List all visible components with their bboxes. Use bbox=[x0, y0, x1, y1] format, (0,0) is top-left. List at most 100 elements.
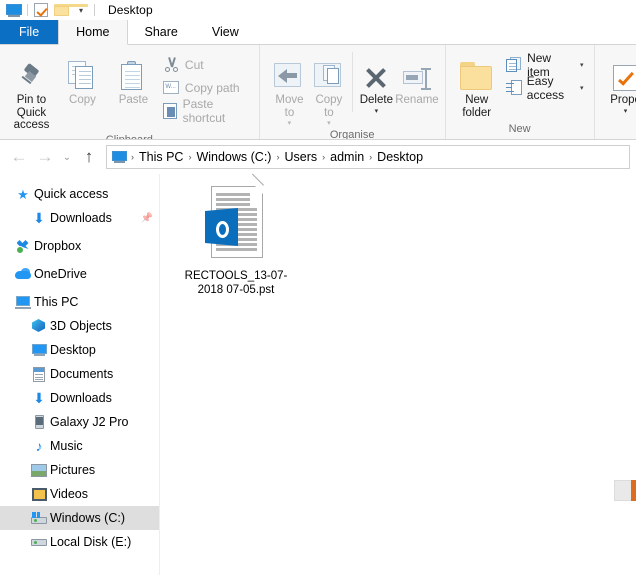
tab-view[interactable]: View bbox=[195, 20, 256, 44]
navigation-pane: ★ Quick access ⬇ Downloads 📌 Dropbox One… bbox=[0, 174, 160, 575]
3d-objects-icon bbox=[28, 319, 50, 333]
pictures-icon bbox=[28, 463, 50, 477]
window-title: Desktop bbox=[108, 3, 153, 17]
breadcrumb-this-pc[interactable]: This PC bbox=[136, 150, 186, 164]
ribbon-group-organise: Move to ▾ Copy to ▾ Delete ▾ Rename Orga… bbox=[260, 45, 446, 139]
address-bar: ← → ⌄ ↑ › This PC › Windows (C:) › Users… bbox=[0, 140, 636, 174]
organise-group-label: Organise bbox=[329, 129, 375, 140]
paste-icon bbox=[121, 53, 145, 91]
pin-to-quick-access-button[interactable]: Pin to Quick access bbox=[6, 50, 57, 132]
file-list-view[interactable]: RECTOOLS_13-07-2018 07-05.pst bbox=[160, 173, 636, 575]
back-button[interactable]: ← bbox=[6, 144, 32, 170]
easy-access-label: Easy access bbox=[526, 73, 565, 102]
easy-access-button[interactable]: Easy access ▾ bbox=[502, 74, 588, 102]
windows-drive-icon bbox=[28, 512, 50, 524]
file-item[interactable]: RECTOOLS_13-07-2018 07-05.pst bbox=[180, 173, 292, 297]
delete-button[interactable]: Delete ▾ bbox=[357, 50, 395, 115]
rename-button[interactable]: Rename bbox=[395, 50, 439, 107]
copy-to-label: Copy to bbox=[315, 94, 343, 119]
properties-caret-icon[interactable]: ▾ bbox=[624, 108, 628, 115]
forward-button[interactable]: → bbox=[32, 144, 58, 170]
sidebar-label: Downloads bbox=[50, 391, 112, 405]
ribbon-group-open: Prope ▾ bbox=[595, 45, 636, 139]
properties-button[interactable]: Prope ▾ bbox=[603, 50, 636, 115]
sidebar-label: Dropbox bbox=[34, 239, 82, 253]
move-to-caret-icon[interactable]: ▾ bbox=[288, 120, 292, 127]
paste-button[interactable]: Paste bbox=[108, 50, 159, 107]
new-folder-icon bbox=[459, 53, 494, 91]
downloads-arrow-icon: ⬇ bbox=[33, 390, 45, 406]
move-to-icon bbox=[274, 53, 304, 91]
tab-share[interactable]: Share bbox=[128, 20, 195, 44]
rename-label: Rename bbox=[395, 94, 439, 106]
copy-to-button[interactable]: Copy to ▾ bbox=[309, 50, 348, 127]
cut-label: Cut bbox=[184, 57, 204, 72]
breadcrumb[interactable]: › This PC › Windows (C:) › Users › admin… bbox=[106, 145, 630, 169]
file-name-label: RECTOOLS_13-07-2018 07-05.pst bbox=[184, 270, 288, 296]
breadcrumb-admin[interactable]: admin bbox=[327, 150, 367, 164]
breadcrumb-sep-0: › bbox=[131, 152, 134, 162]
sidebar-item-downloads[interactable]: ⬇ Downloads bbox=[0, 386, 159, 410]
sidebar-item-downloads-quick[interactable]: ⬇ Downloads 📌 bbox=[0, 206, 159, 230]
sidebar-item-3d-objects[interactable]: 3D Objects bbox=[0, 314, 159, 338]
sidebar-label: Local Disk (E:) bbox=[50, 535, 132, 549]
delete-caret-icon[interactable]: ▾ bbox=[375, 108, 379, 115]
sidebar-label: Desktop bbox=[50, 343, 96, 357]
breadcrumb-windows-c[interactable]: Windows (C:) bbox=[193, 150, 274, 164]
sidebar-item-pictures[interactable]: Pictures bbox=[0, 458, 159, 482]
dropbox-icon bbox=[12, 239, 34, 254]
sidebar-item-documents[interactable]: Documents bbox=[0, 362, 159, 386]
sidebar-item-local-disk-e[interactable]: Local Disk (E:) bbox=[0, 530, 159, 554]
sidebar-item-onedrive[interactable]: OneDrive bbox=[0, 262, 159, 286]
sidebar-item-videos[interactable]: Videos bbox=[0, 482, 159, 506]
breadcrumb-sep-2: › bbox=[276, 152, 280, 162]
tab-file[interactable]: File bbox=[0, 20, 59, 44]
sidebar-label: Pictures bbox=[50, 463, 96, 477]
easy-access-caret-icon[interactable]: ▾ bbox=[580, 84, 584, 92]
paste-shortcut-button[interactable]: Paste shortcut bbox=[159, 97, 253, 125]
new-folder-button[interactable]: New folder bbox=[456, 50, 498, 119]
copy-path-button[interactable]: Copy path bbox=[159, 77, 253, 98]
qat-divider-2 bbox=[94, 4, 95, 16]
tab-home[interactable]: Home bbox=[58, 20, 128, 45]
recent-locations-button[interactable]: ⌄ bbox=[58, 144, 76, 170]
up-button[interactable]: ↑ bbox=[76, 144, 102, 170]
sidebar-item-music[interactable]: ♪ Music bbox=[0, 434, 159, 458]
this-pc-icon[interactable] bbox=[4, 1, 24, 19]
ribbon-group-clipboard: Pin to Quick access Copy Paste Cut W... … bbox=[0, 45, 260, 139]
breadcrumb-users[interactable]: Users bbox=[281, 150, 320, 164]
sidebar-label: Videos bbox=[50, 487, 88, 501]
properties-icon[interactable] bbox=[31, 1, 51, 19]
breadcrumb-sep-3: › bbox=[322, 152, 326, 162]
organise-inner-divider bbox=[351, 52, 353, 112]
sidebar-label: OneDrive bbox=[34, 267, 87, 281]
sidebar-item-quick-access[interactable]: ★ Quick access bbox=[0, 182, 159, 206]
new-group-label: New bbox=[508, 123, 531, 135]
new-item-caret-icon[interactable]: ▾ bbox=[580, 61, 584, 69]
cut-button[interactable]: Cut bbox=[159, 54, 253, 75]
copy-button[interactable]: Copy bbox=[57, 50, 108, 107]
videos-icon bbox=[28, 487, 50, 501]
background-window-edge[interactable] bbox=[614, 480, 636, 501]
paste-label: Paste bbox=[118, 94, 149, 106]
breadcrumb-sep-4: › bbox=[369, 152, 373, 162]
delete-icon bbox=[363, 53, 389, 91]
quick-access-star-icon: ★ bbox=[17, 186, 29, 202]
breadcrumb-desktop[interactable]: Desktop bbox=[374, 150, 426, 164]
pin-to-quick-access-label: Pin to Quick access bbox=[13, 94, 50, 131]
address-pc-icon[interactable] bbox=[112, 151, 127, 163]
sidebar-item-desktop[interactable]: Desktop bbox=[0, 338, 159, 362]
new-folder-icon[interactable] bbox=[51, 1, 88, 19]
new-folder-label: New folder bbox=[462, 94, 492, 119]
sidebar-label: Downloads bbox=[50, 211, 112, 225]
sidebar-item-dropbox[interactable]: Dropbox bbox=[0, 234, 159, 258]
pin-icon[interactable]: 📌 bbox=[141, 213, 153, 224]
sidebar-item-galaxy-j2-pro[interactable]: Galaxy J2 Pro bbox=[0, 410, 159, 434]
sidebar-label: 3D Objects bbox=[50, 319, 112, 333]
ribbon-group-new: New folder New item ▾ Easy access ▾ New bbox=[446, 45, 595, 139]
move-to-button[interactable]: Move to ▾ bbox=[270, 50, 309, 127]
copy-to-caret-icon[interactable]: ▾ bbox=[327, 120, 331, 127]
sidebar-item-this-pc[interactable]: This PC bbox=[0, 290, 159, 314]
sidebar-item-windows-c[interactable]: Windows (C:) bbox=[0, 506, 159, 530]
new-item-button[interactable]: New item ▾ bbox=[502, 51, 588, 79]
